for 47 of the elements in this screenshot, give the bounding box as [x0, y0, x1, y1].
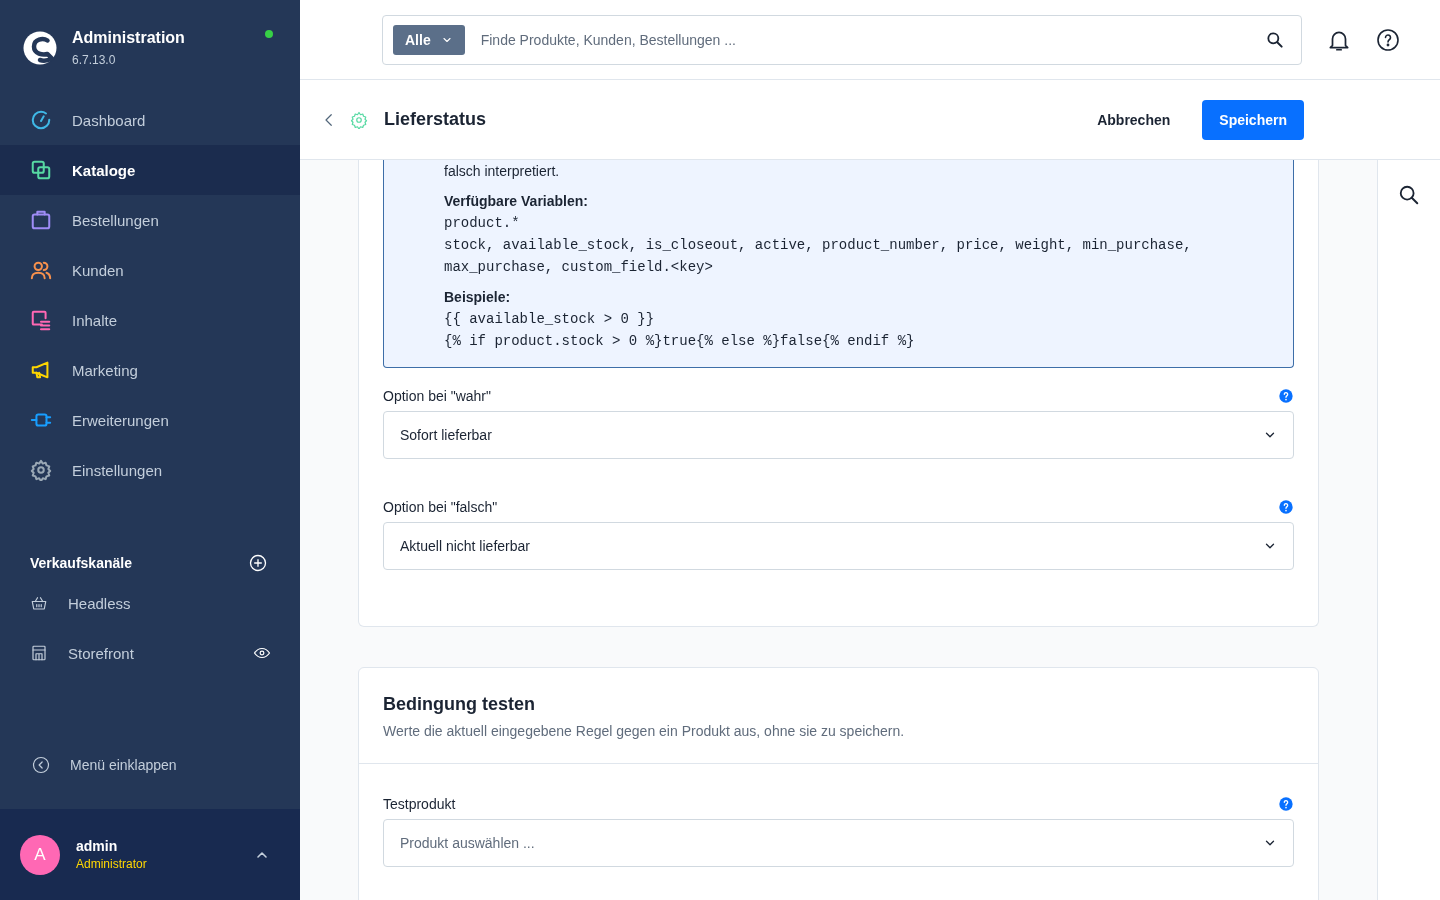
nav-item[interactable]: Bestellungen — [0, 195, 300, 245]
code-line: {% if product.stock > 0 %}true{% else %}false{% endif %} — [444, 332, 916, 351]
basket-icon — [30, 594, 48, 612]
user-name: admin — [76, 838, 119, 854]
help-text: falsch interpretiert. — [444, 162, 561, 181]
select-field[interactable]: Aktuell nicht lieferbar — [383, 522, 1294, 570]
add-icon[interactable] — [248, 553, 268, 573]
avatar: A — [20, 834, 60, 875]
sales-channel-link[interactable]: Headless — [68, 594, 131, 612]
code-line: stock, available_stock, is_closeout, active, product_number, price, weight, min_purchase, — [444, 236, 1193, 255]
nav-item[interactable]: Kunden — [0, 245, 300, 295]
store-icon — [30, 644, 48, 662]
sales-channel-link[interactable]: Storefront — [68, 644, 134, 662]
search-field[interactable]: Alle Finde Produkte, Kunden, Bestellungen ... — [382, 14, 1302, 65]
card-subtitle: Werte die aktuell eingegebene Regel gegen ein Produkt aus, ohne sie zu speichern. — [383, 723, 906, 739]
search-icon[interactable] — [1265, 29, 1285, 50]
select-field[interactable]: Produkt auswählen ... — [383, 819, 1294, 867]
scope-dropdown[interactable]: Alle — [393, 24, 465, 55]
nav-item[interactable]: Marketing — [0, 345, 300, 395]
save-button[interactable]: Speichern — [1202, 99, 1304, 140]
card-title: Bedingung testen — [383, 694, 536, 715]
select-field[interactable]: Sofort lieferbar — [383, 411, 1294, 459]
help-heading: Verfügbare Variablen: — [444, 192, 589, 211]
cancel-button[interactable]: Abbrechen — [1085, 101, 1183, 138]
search-icon[interactable] — [1398, 184, 1420, 206]
collapse-menu-link[interactable]: Menü einklappen — [70, 757, 177, 773]
help-icon[interactable] — [1376, 27, 1400, 52]
nav-item[interactable]: Erweiterungen — [0, 395, 300, 445]
field-label: Option bei "falsch" — [383, 499, 498, 515]
field-label: Testprodukt — [383, 796, 456, 812]
gear-icon — [350, 110, 368, 129]
code-line: product.* — [444, 214, 521, 233]
app-title: Administration — [72, 29, 185, 47]
code-line: {{ available_stock > 0 }} — [444, 310, 656, 329]
nav-item[interactable]: Kataloge — [0, 145, 300, 195]
help-heading: Beispiele: — [444, 288, 512, 307]
chevron-left-circle-icon[interactable] — [32, 756, 50, 774]
logo-icon — [22, 30, 58, 66]
section-title: Verkaufskanäle — [30, 555, 132, 571]
nav-item[interactable]: Dashboard — [0, 95, 300, 145]
page-title: Lieferstatus — [384, 109, 488, 130]
user-role: Administrator — [76, 857, 148, 871]
field-label: Option bei "wahr" — [383, 388, 491, 404]
nav-item[interactable]: Inhalte — [0, 295, 300, 345]
nav-item[interactable]: Einstellungen — [0, 445, 300, 495]
version-label: 6.7.13.0 — [72, 53, 117, 67]
code-line: max_purchase, custom_field.<key> — [444, 258, 714, 277]
